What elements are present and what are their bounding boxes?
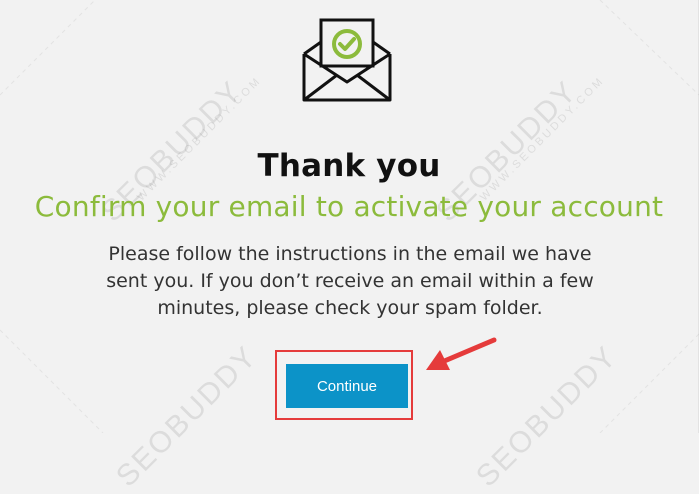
instructions-line: sent you. If you don’t receive an email …: [106, 270, 594, 292]
page-subtitle: Confirm your email to activate your acco…: [34, 190, 664, 223]
instructions-line: Please follow the instructions in the em…: [108, 243, 592, 265]
annotation-arrow-icon: [426, 337, 497, 370]
instructions-text: Please follow the instructions in the em…: [80, 241, 620, 322]
instructions-line: minutes, please check your spam folder.: [157, 297, 543, 319]
continue-button[interactable]: Continue: [286, 364, 408, 408]
watermark-site: WWW.SEOBUDDY.COM: [135, 74, 265, 204]
watermark-site: WWW.SEOBUDDY.COM: [478, 74, 608, 204]
confirmation-page: SEOBUDDY WWW.SEOBUDDY.COM SEOBUDDY WWW.S…: [0, 0, 699, 493]
envelope-check-icon: [299, 14, 395, 104]
watermark-brand: SEOBUDDY: [110, 339, 264, 494]
page-title: Thank you: [257, 148, 441, 184]
